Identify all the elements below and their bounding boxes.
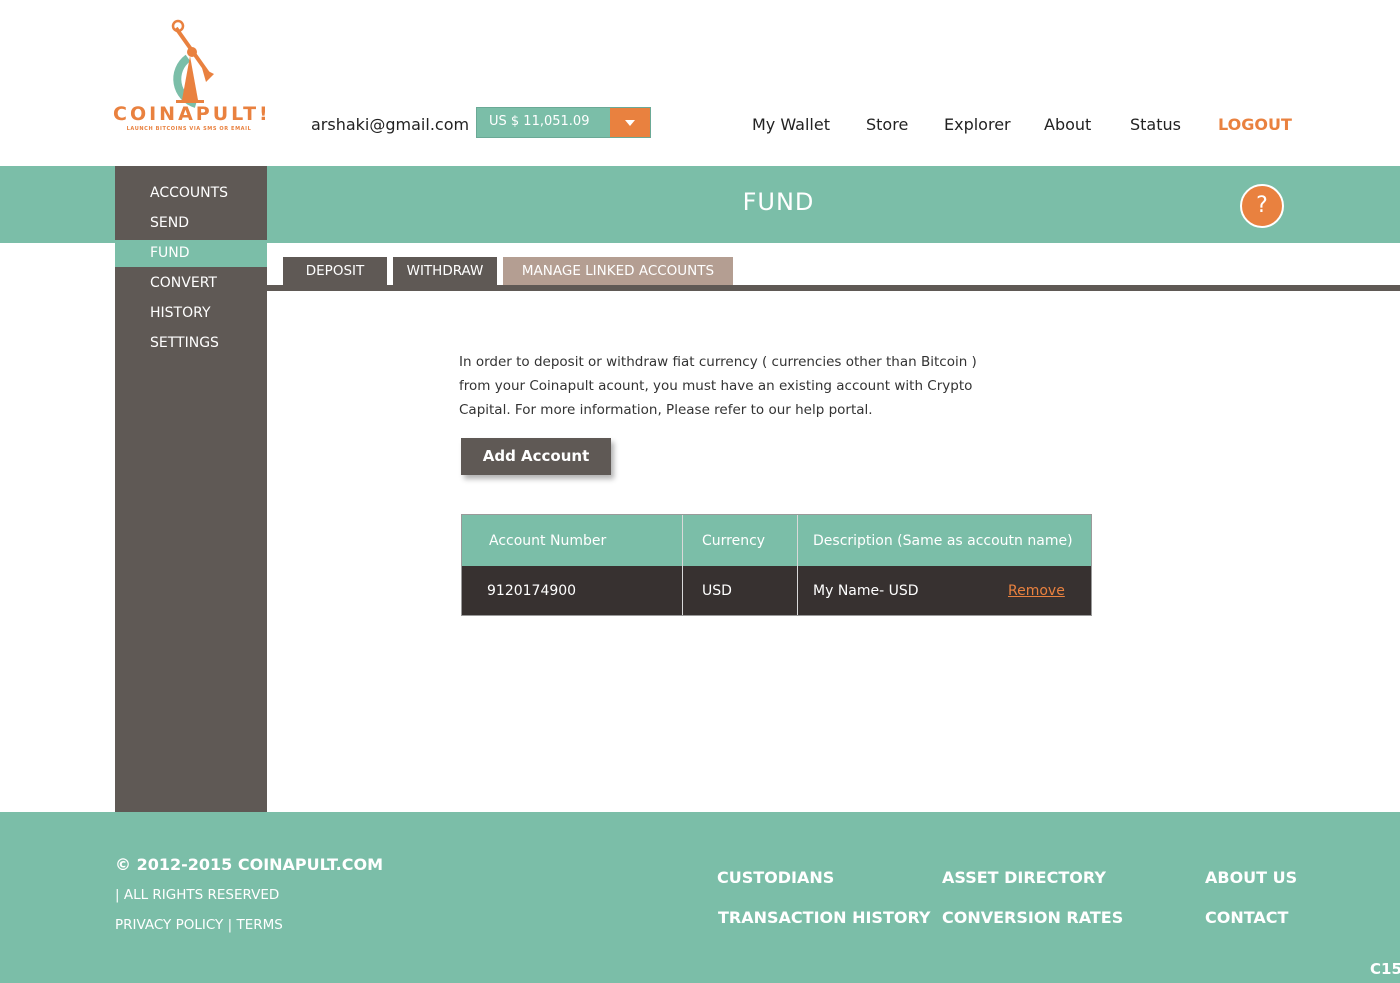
sidebar-item-settings[interactable]: SETTINGS bbox=[115, 330, 267, 357]
remove-link[interactable]: Remove bbox=[1008, 583, 1065, 599]
header-cell: Account Number bbox=[489, 515, 679, 566]
row-cell: Remove bbox=[1008, 566, 1078, 615]
row-cell: 9120174900 bbox=[487, 566, 677, 615]
header-cell: Description (Same as accoutn name) bbox=[813, 515, 1088, 566]
sidebar-item-accounts[interactable]: ACCOUNTS bbox=[115, 180, 267, 207]
info-line: from your Coinapult acount, you must hav… bbox=[459, 378, 973, 394]
footer-link-transaction-history[interactable]: TRANSACTION HISTORY bbox=[718, 908, 931, 927]
tab-deposit[interactable]: DEPOSIT bbox=[283, 257, 387, 286]
column-divider bbox=[797, 515, 798, 615]
nav-status[interactable]: Status bbox=[1130, 115, 1181, 134]
nav-explorer[interactable]: Explorer bbox=[944, 115, 1011, 134]
account-description: My Name- USD bbox=[813, 582, 919, 599]
column-header-currency: Currency bbox=[702, 532, 766, 549]
page-title: FUND bbox=[742, 188, 815, 216]
privacy-policy-link[interactable]: PRIVACY POLICY bbox=[115, 917, 223, 933]
tab-withdraw[interactable]: WITHDRAW bbox=[393, 257, 497, 286]
info-line: Capital. For more information, Please re… bbox=[459, 402, 873, 418]
column-header-description: Description (Same as accoutn name) bbox=[813, 532, 1073, 549]
sidebar-item-fund[interactable]: FUND bbox=[115, 240, 267, 267]
screen-code: C15 bbox=[1370, 960, 1400, 978]
balance-dropdown[interactable]: US $ 11,051.09 bbox=[476, 107, 651, 138]
chevron-down-icon[interactable] bbox=[610, 108, 650, 137]
add-account-button[interactable]: Add Account bbox=[461, 438, 611, 475]
table-row: 9120174900 USD My Name- USD Remove bbox=[462, 566, 1091, 615]
table-header: Account Number Currency Description (Sam… bbox=[462, 515, 1091, 566]
tab-underline bbox=[267, 285, 1400, 291]
nav-about[interactable]: About bbox=[1044, 115, 1091, 134]
footer-rights: | ALL RIGHTS RESERVED bbox=[115, 887, 280, 903]
linked-accounts-table: Account Number Currency Description (Sam… bbox=[461, 514, 1092, 616]
help-button[interactable]: ? bbox=[1240, 184, 1284, 228]
footer-legal: PRIVACY POLICY | TERMS bbox=[115, 917, 283, 933]
tab-manage-linked-accounts[interactable]: MANAGE LINKED ACCOUNTS bbox=[503, 257, 733, 286]
user-email: arshaki@gmail.com bbox=[311, 115, 470, 134]
sidebar-item-convert[interactable]: CONVERT bbox=[115, 270, 267, 297]
brand-tagline: LAUNCH BITCOINS VIA SMS OR EMAIL bbox=[126, 126, 252, 132]
footer-link-about-us[interactable]: ABOUT US bbox=[1205, 868, 1297, 887]
footer-link-conversion-rates[interactable]: CONVERSION RATES bbox=[942, 908, 1123, 927]
logout-link[interactable]: LOGOUT bbox=[1218, 115, 1292, 134]
nav-store[interactable]: Store bbox=[866, 115, 908, 134]
sidebar: ACCOUNTS SEND FUND CONVERT HISTORY SETTI… bbox=[115, 166, 267, 812]
header-cell: Currency bbox=[702, 515, 802, 566]
catapult-icon bbox=[171, 19, 214, 108]
sidebar-item-history[interactable]: HISTORY bbox=[115, 300, 267, 327]
row-cell: My Name- USD bbox=[813, 566, 1003, 615]
info-paragraph: In order to deposit or withdraw fiat cur… bbox=[459, 350, 977, 422]
brand-name: COINAPULT! bbox=[113, 103, 271, 125]
column-header-account-number: Account Number bbox=[489, 532, 607, 549]
account-number: 9120174900 bbox=[487, 582, 577, 599]
column-divider bbox=[682, 515, 683, 615]
terms-link[interactable]: TERMS bbox=[236, 917, 282, 933]
nav-my-wallet[interactable]: My Wallet bbox=[752, 115, 830, 134]
row-cell: USD bbox=[702, 566, 802, 615]
footer-link-custodians[interactable]: CUSTODIANS bbox=[717, 868, 834, 887]
account-currency: USD bbox=[702, 582, 732, 599]
legal-separator: | bbox=[227, 917, 233, 933]
footer-link-asset-directory[interactable]: ASSET DIRECTORY bbox=[942, 868, 1106, 887]
sidebar-item-send[interactable]: SEND bbox=[115, 210, 267, 237]
balance-value: US $ 11,051.09 bbox=[489, 114, 590, 129]
footer-link-contact[interactable]: CONTACT bbox=[1205, 908, 1288, 927]
footer-copyright: © 2012-2015 COINAPULT.COM bbox=[115, 855, 384, 874]
info-line: In order to deposit or withdraw fiat cur… bbox=[459, 354, 977, 370]
